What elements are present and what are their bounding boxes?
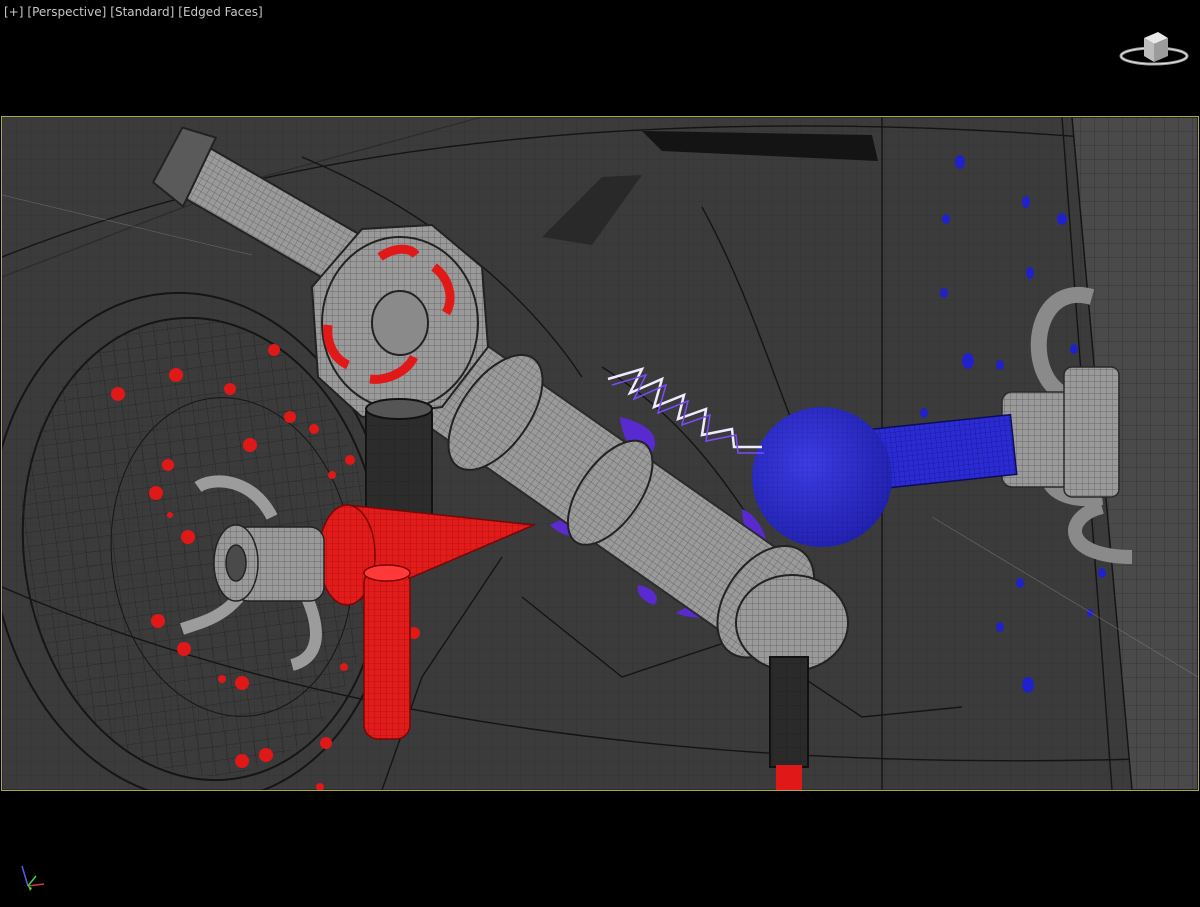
viewport-shading-menu[interactable]: [Standard] bbox=[110, 5, 174, 19]
safe-frame bbox=[1, 116, 1199, 791]
viewport-view-menu[interactable]: [Perspective] bbox=[27, 5, 106, 19]
viewport-display-menu[interactable]: [Edged Faces] bbox=[178, 5, 262, 19]
perspective-viewport[interactable]: [+] [Perspective] [Standard] [Edged Faces] bbox=[0, 0, 1200, 907]
viewport-label-menu: [+] [Perspective] [Standard] [Edged Faces] bbox=[4, 5, 267, 19]
scene-render bbox=[2, 117, 1198, 790]
axis-tripod-icon bbox=[16, 858, 50, 894]
viewcube-icon[interactable] bbox=[1118, 24, 1190, 72]
viewport-plus-menu[interactable]: [+] bbox=[4, 5, 23, 19]
